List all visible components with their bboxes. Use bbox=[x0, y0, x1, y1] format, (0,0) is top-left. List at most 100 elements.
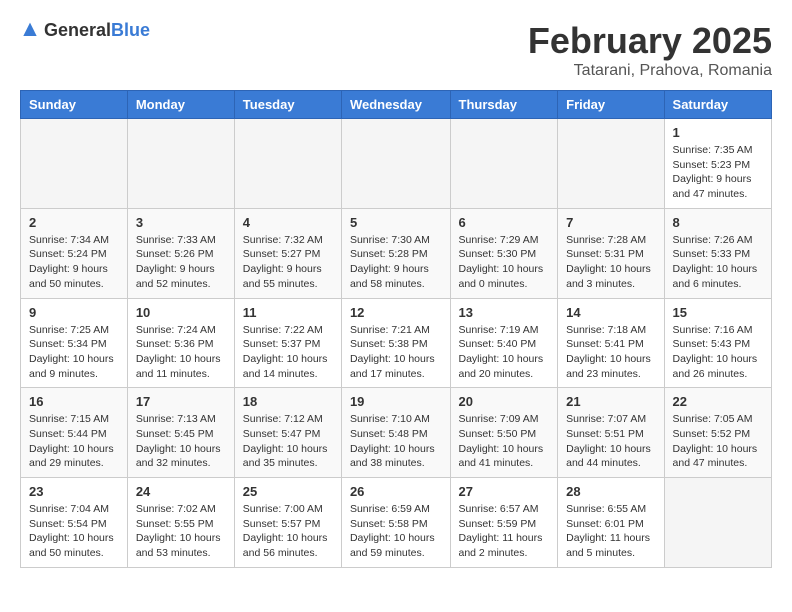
day-info: Sunrise: 6:59 AM Sunset: 5:58 PM Dayligh… bbox=[350, 502, 442, 561]
table-row bbox=[21, 119, 128, 209]
day-info: Sunrise: 7:16 AM Sunset: 5:43 PM Dayligh… bbox=[673, 323, 763, 382]
col-thursday: Thursday bbox=[450, 91, 558, 119]
table-row: 10 Sunrise: 7:24 AM Sunset: 5:36 PM Dayli… bbox=[127, 298, 234, 388]
table-row: 15 Sunrise: 7:16 AM Sunset: 5:43 PM Dayli… bbox=[664, 298, 771, 388]
day-number: 9 bbox=[29, 305, 119, 320]
day-number: 19 bbox=[350, 394, 442, 409]
table-row: 8Sunrise: 7:26 AM Sunset: 5:33 PM Daylig… bbox=[664, 208, 771, 298]
table-row bbox=[558, 119, 664, 209]
day-number: 10 bbox=[136, 305, 226, 320]
table-row bbox=[127, 119, 234, 209]
day-number: 2 bbox=[29, 215, 119, 230]
table-row: 11 Sunrise: 7:22 AM Sunset: 5:37 PM Dayli… bbox=[234, 298, 341, 388]
day-info: Sunrise: 7:26 AM Sunset: 5:33 PM Dayligh… bbox=[673, 233, 763, 292]
calendar-table: Sunday Monday Tuesday Wednesday Thursday… bbox=[20, 90, 772, 568]
table-row: 24 Sunrise: 7:02 AM Sunset: 5:55 PM Dayli… bbox=[127, 478, 234, 568]
day-number: 16 bbox=[29, 394, 119, 409]
table-row bbox=[450, 119, 558, 209]
day-info: Sunrise: 7:07 AM Sunset: 5:51 PM Dayligh… bbox=[566, 412, 655, 471]
day-info: Sunrise: 7:24 AM Sunset: 5:36 PM Dayligh… bbox=[136, 323, 226, 382]
page-header: GeneralBlue February 2025 Tatarani, Prah… bbox=[20, 20, 772, 80]
day-number: 20 bbox=[459, 394, 550, 409]
day-info: Sunrise: 7:32 AM Sunset: 5:27 PM Dayligh… bbox=[243, 233, 333, 292]
table-row: 3 Sunrise: 7:33 AM Sunset: 5:26 PM Daylig… bbox=[127, 208, 234, 298]
day-info: Sunrise: 7:22 AM Sunset: 5:37 PM Dayligh… bbox=[243, 323, 333, 382]
table-row: 23 Sunrise: 7:04 AM Sunset: 5:54 PM Dayli… bbox=[21, 478, 128, 568]
day-info: Sunrise: 7:30 AM Sunset: 5:28 PM Dayligh… bbox=[350, 233, 442, 292]
day-info: Sunrise: 7:28 AM Sunset: 5:31 PM Dayligh… bbox=[566, 233, 655, 292]
table-row: 6Sunrise: 7:29 AM Sunset: 5:30 PM Daylig… bbox=[450, 208, 558, 298]
day-number: 15 bbox=[673, 305, 763, 320]
table-row: 21 Sunrise: 7:07 AM Sunset: 5:51 PM Dayli… bbox=[558, 388, 664, 478]
table-row: 19 Sunrise: 7:10 AM Sunset: 5:48 PM Dayli… bbox=[341, 388, 450, 478]
month-year-title: February 2025 bbox=[528, 20, 772, 62]
day-info: Sunrise: 7:10 AM Sunset: 5:48 PM Dayligh… bbox=[350, 412, 442, 471]
day-number: 5 bbox=[350, 215, 442, 230]
table-row: 13Sunrise: 7:19 AM Sunset: 5:40 PM Dayli… bbox=[450, 298, 558, 388]
day-number: 17 bbox=[136, 394, 226, 409]
day-number: 3 bbox=[136, 215, 226, 230]
day-info: Sunrise: 7:00 AM Sunset: 5:57 PM Dayligh… bbox=[243, 502, 333, 561]
calendar-week-row: 9 Sunrise: 7:25 AM Sunset: 5:34 PM Daylig… bbox=[21, 298, 772, 388]
day-number: 28 bbox=[566, 484, 655, 499]
logo: GeneralBlue bbox=[20, 20, 150, 41]
day-info: Sunrise: 7:21 AM Sunset: 5:38 PM Dayligh… bbox=[350, 323, 442, 382]
table-row: 17 Sunrise: 7:13 AM Sunset: 5:45 PM Dayli… bbox=[127, 388, 234, 478]
day-number: 24 bbox=[136, 484, 226, 499]
day-number: 25 bbox=[243, 484, 333, 499]
logo-icon bbox=[20, 21, 40, 41]
table-row: 18Sunrise: 7:12 AM Sunset: 5:47 PM Dayli… bbox=[234, 388, 341, 478]
day-info: Sunrise: 7:35 AM Sunset: 5:23 PM Dayligh… bbox=[673, 143, 763, 202]
col-saturday: Saturday bbox=[664, 91, 771, 119]
day-number: 11 bbox=[243, 305, 333, 320]
day-info: Sunrise: 7:33 AM Sunset: 5:26 PM Dayligh… bbox=[136, 233, 226, 292]
title-section: February 2025 Tatarani, Prahova, Romania bbox=[528, 20, 772, 80]
day-info: Sunrise: 6:57 AM Sunset: 5:59 PM Dayligh… bbox=[459, 502, 550, 561]
calendar-week-row: 16 Sunrise: 7:15 AM Sunset: 5:44 PM Dayli… bbox=[21, 388, 772, 478]
logo-text: GeneralBlue bbox=[44, 20, 150, 41]
calendar-week-row: 23 Sunrise: 7:04 AM Sunset: 5:54 PM Dayli… bbox=[21, 478, 772, 568]
calendar-header-row: Sunday Monday Tuesday Wednesday Thursday… bbox=[21, 91, 772, 119]
day-info: Sunrise: 7:09 AM Sunset: 5:50 PM Dayligh… bbox=[459, 412, 550, 471]
col-tuesday: Tuesday bbox=[234, 91, 341, 119]
col-friday: Friday bbox=[558, 91, 664, 119]
day-info: Sunrise: 7:05 AM Sunset: 5:52 PM Dayligh… bbox=[673, 412, 763, 471]
table-row: 28 Sunrise: 6:55 AM Sunset: 6:01 PM Dayli… bbox=[558, 478, 664, 568]
col-wednesday: Wednesday bbox=[341, 91, 450, 119]
day-number: 21 bbox=[566, 394, 655, 409]
day-info: Sunrise: 7:19 AM Sunset: 5:40 PM Dayligh… bbox=[459, 323, 550, 382]
table-row: 1Sunrise: 7:35 AM Sunset: 5:23 PM Daylig… bbox=[664, 119, 771, 209]
table-row bbox=[234, 119, 341, 209]
table-row: 12 Sunrise: 7:21 AM Sunset: 5:38 PM Dayli… bbox=[341, 298, 450, 388]
day-number: 26 bbox=[350, 484, 442, 499]
table-row: 20 Sunrise: 7:09 AM Sunset: 5:50 PM Dayli… bbox=[450, 388, 558, 478]
day-info: Sunrise: 7:34 AM Sunset: 5:24 PM Dayligh… bbox=[29, 233, 119, 292]
day-info: Sunrise: 7:12 AM Sunset: 5:47 PM Dayligh… bbox=[243, 412, 333, 471]
day-info: Sunrise: 7:13 AM Sunset: 5:45 PM Dayligh… bbox=[136, 412, 226, 471]
day-info: Sunrise: 7:02 AM Sunset: 5:55 PM Dayligh… bbox=[136, 502, 226, 561]
table-row: 9 Sunrise: 7:25 AM Sunset: 5:34 PM Daylig… bbox=[21, 298, 128, 388]
day-info: Sunrise: 7:25 AM Sunset: 5:34 PM Dayligh… bbox=[29, 323, 119, 382]
col-monday: Monday bbox=[127, 91, 234, 119]
col-sunday: Sunday bbox=[21, 91, 128, 119]
table-row: 22 Sunrise: 7:05 AM Sunset: 5:52 PM Dayli… bbox=[664, 388, 771, 478]
day-info: Sunrise: 7:29 AM Sunset: 5:30 PM Dayligh… bbox=[459, 233, 550, 292]
calendar-week-row: 1Sunrise: 7:35 AM Sunset: 5:23 PM Daylig… bbox=[21, 119, 772, 209]
calendar-week-row: 2 Sunrise: 7:34 AM Sunset: 5:24 PM Daylig… bbox=[21, 208, 772, 298]
table-row bbox=[341, 119, 450, 209]
day-number: 27 bbox=[459, 484, 550, 499]
table-row: 5 Sunrise: 7:30 AM Sunset: 5:28 PM Daylig… bbox=[341, 208, 450, 298]
day-number: 23 bbox=[29, 484, 119, 499]
day-info: Sunrise: 6:55 AM Sunset: 6:01 PM Dayligh… bbox=[566, 502, 655, 561]
location-subtitle: Tatarani, Prahova, Romania bbox=[528, 62, 772, 80]
table-row: 25 Sunrise: 7:00 AM Sunset: 5:57 PM Dayli… bbox=[234, 478, 341, 568]
table-row: 14Sunrise: 7:18 AM Sunset: 5:41 PM Dayli… bbox=[558, 298, 664, 388]
table-row: 16 Sunrise: 7:15 AM Sunset: 5:44 PM Dayli… bbox=[21, 388, 128, 478]
day-number: 12 bbox=[350, 305, 442, 320]
day-number: 4 bbox=[243, 215, 333, 230]
day-info: Sunrise: 7:15 AM Sunset: 5:44 PM Dayligh… bbox=[29, 412, 119, 471]
table-row: 26 Sunrise: 6:59 AM Sunset: 5:58 PM Dayli… bbox=[341, 478, 450, 568]
table-row: 7Sunrise: 7:28 AM Sunset: 5:31 PM Daylig… bbox=[558, 208, 664, 298]
day-info: Sunrise: 7:04 AM Sunset: 5:54 PM Dayligh… bbox=[29, 502, 119, 561]
day-number: 22 bbox=[673, 394, 763, 409]
